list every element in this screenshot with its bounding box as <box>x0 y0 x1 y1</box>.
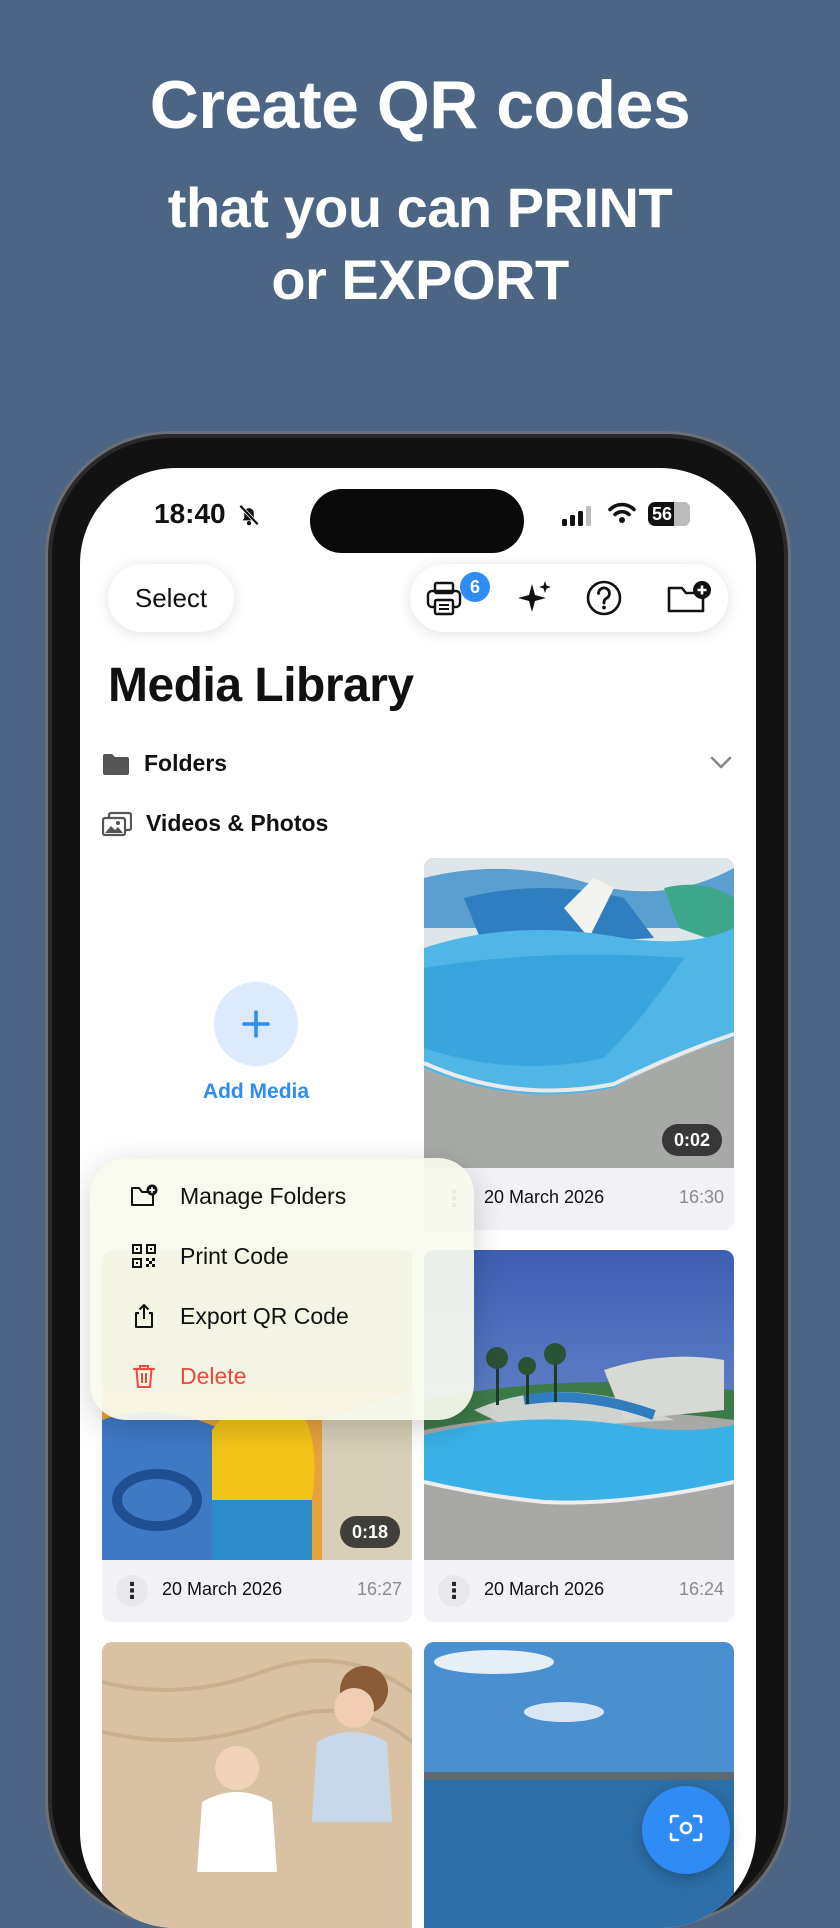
select-button[interactable]: Select <box>108 564 234 632</box>
page-title: Media Library <box>108 659 414 712</box>
cellular-signal-icon <box>562 506 591 526</box>
folders-row[interactable]: Folders <box>102 750 227 777</box>
menu-label-export-qr: Export QR Code <box>180 1302 349 1329</box>
status-time: 18:40 <box>154 498 226 529</box>
chevron-down-icon[interactable] <box>710 756 732 770</box>
plus-icon <box>242 1010 270 1038</box>
battery-level: 56 <box>652 503 673 524</box>
folder-settings-icon <box>131 1184 158 1206</box>
media-thumbnail <box>424 1642 734 1928</box>
app-screen: 18:40 56 Select 6 Media Library Folders … <box>80 468 756 1928</box>
menu-item-export-qr[interactable]: Export QR Code <box>130 1302 349 1330</box>
headline-title: Create QR codes <box>149 67 691 143</box>
menu-item-manage-folders[interactable]: Manage Folders <box>130 1182 346 1210</box>
more-options-button[interactable]: ⋮ <box>116 1575 148 1607</box>
dynamic-island <box>310 489 524 553</box>
media-card[interactable] <box>424 1642 734 1928</box>
media-meta: ⋮ 20 March 2026 16:27 <box>102 1560 412 1622</box>
videos-photos-label: Videos & Photos <box>146 810 329 836</box>
scan-button[interactable] <box>642 1786 730 1874</box>
headline-subtitle: that you can PRINT or EXPORT <box>0 172 840 316</box>
menu-item-print-code[interactable]: Print Code <box>130 1242 289 1270</box>
media-card[interactable] <box>102 1642 412 1928</box>
videos-photos-row: Videos & Photos <box>102 810 328 837</box>
add-media-button[interactable] <box>214 982 298 1066</box>
printer-icon[interactable] <box>424 578 464 618</box>
menu-label-delete: Delete <box>180 1362 247 1389</box>
print-queue-badge: 6 <box>460 572 490 602</box>
menu-label-manage-folders: Manage Folders <box>180 1182 347 1209</box>
folder-icon <box>103 753 129 775</box>
trash-icon <box>132 1365 156 1388</box>
battery-indicator: 56 <box>648 502 690 526</box>
headline-subtitle-line2: or EXPORT <box>271 248 569 311</box>
qr-code-icon <box>132 1244 156 1268</box>
add-folder-icon[interactable] <box>666 578 712 618</box>
more-options-button[interactable]: ⋮ <box>438 1575 470 1607</box>
media-thumbnail <box>102 1642 412 1928</box>
media-time: 16:30 <box>678 1187 724 1207</box>
media-card[interactable]: 0:02 ⋮ 20 March 2026 16:30 <box>424 858 734 1230</box>
media-date: 20 March 2026 <box>162 1579 283 1599</box>
wifi-icon <box>608 502 636 523</box>
video-duration: 0:02 <box>661 1124 722 1156</box>
media-date: 20 March 2026 <box>484 1579 605 1599</box>
media-time: 16:27 <box>356 1579 402 1599</box>
share-icon <box>135 1304 153 1328</box>
media-date: 20 March 2026 <box>484 1187 605 1207</box>
menu-item-delete[interactable]: Delete <box>130 1362 246 1390</box>
phone-frame: 18:40 56 Select 6 Media Library Folders … <box>52 438 784 1928</box>
media-meta: ⋮ 20 March 2026 16:24 <box>424 1560 734 1622</box>
photos-stack-icon <box>102 811 132 836</box>
camera-scan-icon <box>669 1814 703 1842</box>
help-icon[interactable] <box>584 578 624 618</box>
context-menu: Manage Folders Print Code Export QR Code… <box>90 1158 474 1420</box>
bell-muted-icon <box>238 504 260 526</box>
sparkles-icon[interactable] <box>514 578 554 618</box>
media-time: 16:24 <box>678 1579 724 1599</box>
headline-subtitle-line1: that you can PRINT <box>167 176 673 239</box>
menu-label-print-code: Print Code <box>180 1242 289 1269</box>
top-toolbar <box>410 564 728 632</box>
folders-label: Folders <box>144 750 228 776</box>
add-media-label: Add Media <box>202 1080 310 1103</box>
media-thumbnail <box>424 858 734 1168</box>
video-duration: 0:18 <box>339 1516 400 1548</box>
